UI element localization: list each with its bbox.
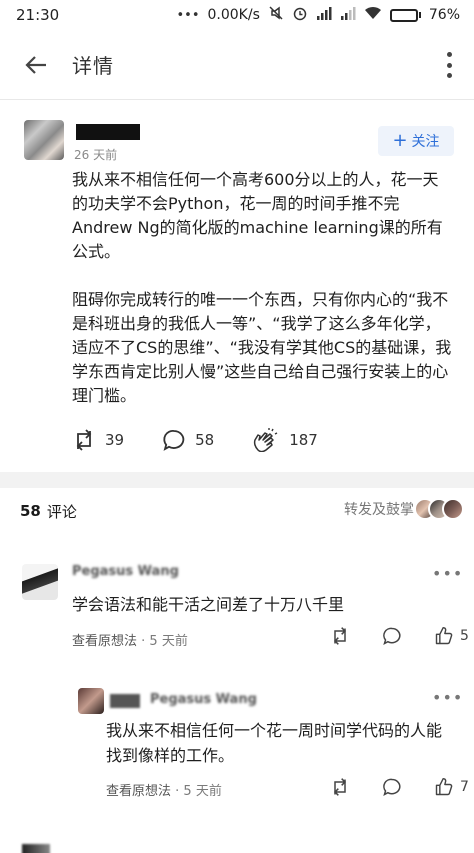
wifi-icon — [364, 6, 382, 24]
post-time: 26 天前 — [74, 148, 118, 162]
next-comment-peek — [0, 836, 474, 853]
comment-time: · 5 天前 — [175, 784, 222, 799]
like-count: 7 — [460, 779, 469, 795]
view-original-link[interactable]: 查看原想法 — [72, 634, 137, 649]
comment-actions: 7 — [330, 777, 469, 797]
section-divider — [0, 472, 474, 488]
more-horizontal-icon[interactable]: ••• — [432, 564, 463, 583]
post-paragraph: 阻碍你完成转行的唯一一个东西，只有你内心的“我不是科班出身的我低人一等”、“我学… — [72, 290, 452, 405]
commenter-avatar[interactable] — [78, 688, 104, 714]
comment-meta: 查看原想法 · 5 天前 — [72, 630, 188, 649]
comment-text: 学会语法和能干活之间差了十万八千里 — [72, 595, 345, 614]
comment-count: 58 — [195, 431, 215, 449]
reply-target-name[interactable]: Pegasus Wang — [150, 692, 257, 707]
follow-button[interactable]: + 关注 — [378, 126, 454, 156]
comment-meta: 查看原想法 · 5 天前 — [106, 780, 222, 799]
battery-percent: 76% — [428, 7, 460, 23]
repost-icon — [333, 778, 347, 796]
post-card: 26 天前 + 关注 我从来不相信任何一个高考600分以上的人，花一天的功夫学不… — [0, 100, 474, 472]
view-original-link[interactable]: 查看原想法 — [106, 784, 171, 799]
reply-item: Pegasus Wang ••• 我从来不相信任何一个花一周时间学代码的人能找到… — [0, 664, 474, 834]
commenter-name-redacted[interactable] — [110, 694, 140, 708]
repost-button[interactable] — [330, 626, 356, 646]
repost-icon — [333, 627, 347, 645]
mute-icon — [268, 5, 284, 25]
author-name-redacted[interactable] — [76, 124, 140, 140]
alarm-icon — [292, 5, 308, 25]
plus-icon: + — [392, 130, 408, 151]
reply-button[interactable] — [382, 777, 408, 797]
post-paragraph: 我从来不相信任何一个高考600分以上的人，花一天的功夫学不会Python，花一周… — [72, 170, 443, 261]
repost-button[interactable] — [330, 777, 356, 797]
comment-text: 我从来不相信任何一个花一周时间学代码的人能找到像样的工作。 — [106, 721, 443, 765]
repost-icon — [76, 429, 92, 451]
clap-count: 187 — [289, 431, 318, 449]
comment-bubble-icon — [163, 430, 185, 451]
dots-icon: ••• — [176, 7, 200, 23]
clap-icon — [254, 428, 278, 452]
like-button[interactable]: 5 — [434, 626, 469, 646]
signal-icon-1 — [316, 6, 332, 24]
forward-and-claps-link[interactable]: 转发及鼓掌 — [344, 498, 464, 520]
follow-label: 关注 — [411, 134, 440, 150]
commenter-name[interactable]: Pegasus Wang — [72, 564, 179, 579]
app-bar: 详情 — [0, 30, 474, 100]
comment-actions: 5 — [330, 626, 469, 646]
commenter-avatar[interactable] — [22, 564, 58, 600]
network-speed: 0.00K/s — [207, 7, 260, 23]
battery-icon — [389, 8, 421, 22]
more-horizontal-icon[interactable]: ••• — [432, 688, 463, 707]
status-bar: 21:30 ••• 0.00K/s 76% — [0, 0, 474, 30]
back-arrow-icon[interactable] — [0, 30, 72, 100]
comment-time: · 5 天前 — [141, 634, 188, 649]
avatar — [442, 498, 464, 520]
like-button[interactable]: 7 — [434, 777, 469, 797]
thumbs-up-icon — [435, 626, 453, 645]
comment-bubble-icon — [383, 778, 401, 797]
repost-button[interactable]: 39 — [72, 429, 124, 451]
status-icons: ••• 0.00K/s 76% — [176, 5, 460, 25]
repost-count: 39 — [105, 431, 125, 449]
status-time: 21:30 — [16, 6, 60, 24]
signal-icon-2 — [340, 6, 356, 24]
clap-button[interactable]: 187 — [252, 428, 318, 452]
post-body: 我从来不相信任何一个高考600分以上的人，花一天的功夫学不会Python，花一周… — [72, 168, 454, 408]
reply-button[interactable] — [382, 626, 408, 646]
author-avatar[interactable] — [24, 120, 64, 160]
comment-bubble-icon — [383, 627, 401, 646]
comments-header: 58 评论 转发及鼓掌 — [0, 488, 474, 534]
comments-count: 58 — [20, 502, 41, 520]
comment-item: Pegasus Wang ••• 学会语法和能干活之间差了十万八千里 查看原想法… — [0, 534, 474, 664]
comment-button[interactable]: 58 — [162, 429, 214, 451]
more-vertical-icon[interactable] — [444, 52, 454, 78]
forward-label: 转发及鼓掌 — [344, 502, 414, 518]
thumbs-up-icon — [435, 777, 453, 796]
like-count: 5 — [460, 628, 469, 644]
post-actions: 39 58 187 — [72, 428, 356, 452]
page-title: 详情 — [72, 54, 114, 78]
comments-label: 评论 — [46, 502, 77, 521]
